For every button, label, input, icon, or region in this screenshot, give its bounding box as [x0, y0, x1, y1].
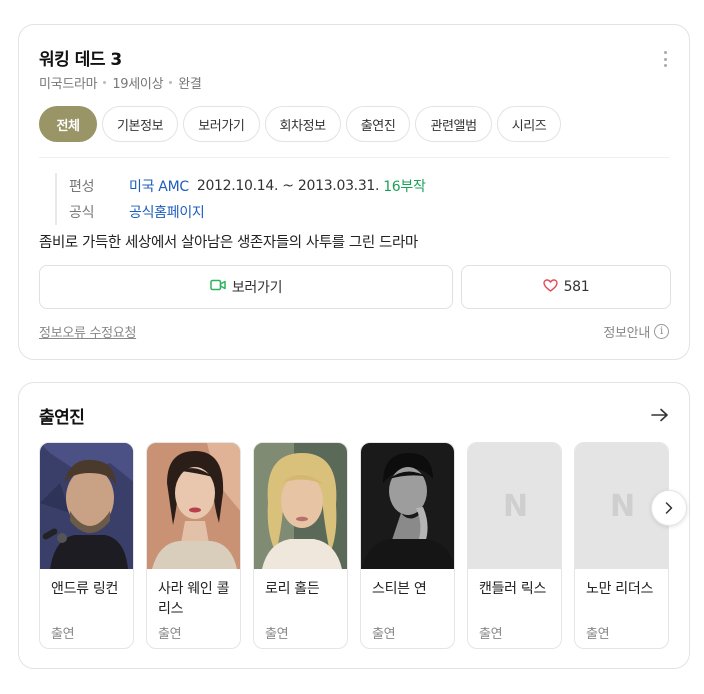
tab-cast[interactable]: 출연진 — [345, 106, 411, 142]
info-icon: i — [654, 324, 669, 339]
tab-episodes[interactable]: 회차정보 — [264, 106, 341, 142]
arrow-right-icon[interactable] — [651, 407, 669, 426]
cast-list: 앤드류 링컨 출연 사라 웨인 콜리스 출연 로리 홀든 출연 스티븐 연 출연… — [39, 442, 669, 649]
info-block: 편성 미국 AMC 2012.10.14. ~ 2013.03.31. 16부작… — [55, 173, 426, 225]
cast-role: 출연 — [586, 627, 610, 642]
meta-status: 완결 — [178, 77, 202, 92]
tab-all[interactable]: 전체 — [39, 106, 97, 142]
report-error-link[interactable]: 정보오류 수정요청 — [39, 322, 136, 341]
info-guide-label: 정보안내 — [603, 326, 650, 341]
meta-separator — [169, 81, 173, 84]
like-button[interactable]: 581 — [461, 265, 671, 309]
footer-row: 정보오류 수정요청 정보안내 i — [39, 322, 669, 341]
cast-role: 출연 — [372, 627, 396, 642]
divider — [39, 157, 669, 158]
cast-name: 스티븐 연 — [372, 581, 427, 597]
placeholder-logo-icon: N — [609, 488, 636, 524]
meta-genre: 미국드라마 — [39, 77, 98, 92]
cast-item[interactable]: N 캔들러 릭스 출연 — [467, 442, 562, 649]
description: 좀비로 가득한 세상에서 살아남은 생존자들의 사투를 그린 드라마 — [39, 235, 418, 251]
cast-item[interactable]: 앤드류 링컨 출연 — [39, 442, 134, 649]
drama-info-card: 워킹 데드 3 미국드라마 19세이상 완결 전체 기본정보 보러가기 회차정보… — [18, 24, 690, 360]
cast-role: 출연 — [265, 627, 289, 642]
watch-button-label: 보러가기 — [231, 280, 283, 296]
info-guide-button[interactable]: 정보안내 i — [603, 322, 669, 341]
episode-count: 16부작 — [383, 179, 426, 195]
official-site-link[interactable]: 공식홈페이지 — [129, 202, 205, 222]
cast-name: 사라 웨인 콜리스 — [158, 581, 230, 617]
placeholder-photo: N — [468, 443, 561, 569]
title-row: 워킹 데드 3 — [39, 45, 669, 70]
tab-basic-info[interactable]: 기본정보 — [102, 106, 179, 142]
cast-photo — [254, 443, 347, 569]
tab-bar: 전체 기본정보 보러가기 회차정보 출연진 관련앨범 시리즈 — [39, 106, 562, 142]
heart-icon — [542, 278, 558, 296]
cast-item[interactable]: 스티븐 연 출연 — [360, 442, 455, 649]
like-count: 581 — [563, 279, 590, 295]
cast-name: 캔들러 릭스 — [479, 581, 547, 597]
tab-series[interactable]: 시리즈 — [496, 106, 562, 142]
meta-row: 미국드라마 19세이상 완결 — [39, 73, 202, 92]
cast-name: 노만 리더스 — [586, 581, 654, 597]
cast-photo — [361, 443, 454, 569]
cast-next-button[interactable] — [651, 490, 687, 526]
watch-button[interactable]: 보러가기 — [39, 265, 453, 309]
more-icon[interactable] — [661, 51, 669, 67]
page-title: 워킹 데드 3 — [39, 50, 122, 70]
schedule-row: 편성 미국 AMC 2012.10.14. ~ 2013.03.31. 16부작 — [69, 173, 426, 199]
cast-photo — [40, 443, 133, 569]
broadcast-period: 2012.10.14. ~ 2013.03.31. — [196, 178, 380, 194]
cast-item[interactable]: N 노만 리더스 출연 — [574, 442, 669, 649]
official-label: 공식 — [69, 205, 95, 221]
meta-separator — [103, 81, 107, 84]
action-row: 보러가기 581 — [39, 265, 671, 309]
schedule-label: 편성 — [69, 179, 95, 195]
chevron-right-icon — [665, 499, 673, 518]
cast-section-title: 출연진 — [39, 408, 85, 428]
cast-photo — [147, 443, 240, 569]
meta-rating: 19세이상 — [112, 77, 164, 92]
channel-link[interactable]: 미국 AMC — [129, 176, 189, 196]
tab-albums[interactable]: 관련앨범 — [415, 106, 492, 142]
cast-item[interactable]: 사라 웨인 콜리스 출연 — [146, 442, 241, 649]
cast-name: 앤드류 링컨 — [51, 581, 119, 597]
cast-role: 출연 — [479, 627, 503, 642]
cast-card: 출연진 앤드류 링컨 출연 사라 웨인 콜리스 출연 로리 홀든 출연 스티븐 … — [18, 382, 690, 669]
tab-watch[interactable]: 보러가기 — [183, 106, 260, 142]
official-row: 공식 공식홈페이지 — [69, 199, 426, 225]
cast-item[interactable]: 로리 홀든 출연 — [253, 442, 348, 649]
placeholder-logo-icon: N — [502, 488, 529, 524]
cast-name: 로리 홀든 — [265, 581, 320, 597]
cast-role: 출연 — [51, 627, 75, 642]
cast-role: 출연 — [158, 627, 182, 642]
camera-icon — [210, 279, 226, 295]
